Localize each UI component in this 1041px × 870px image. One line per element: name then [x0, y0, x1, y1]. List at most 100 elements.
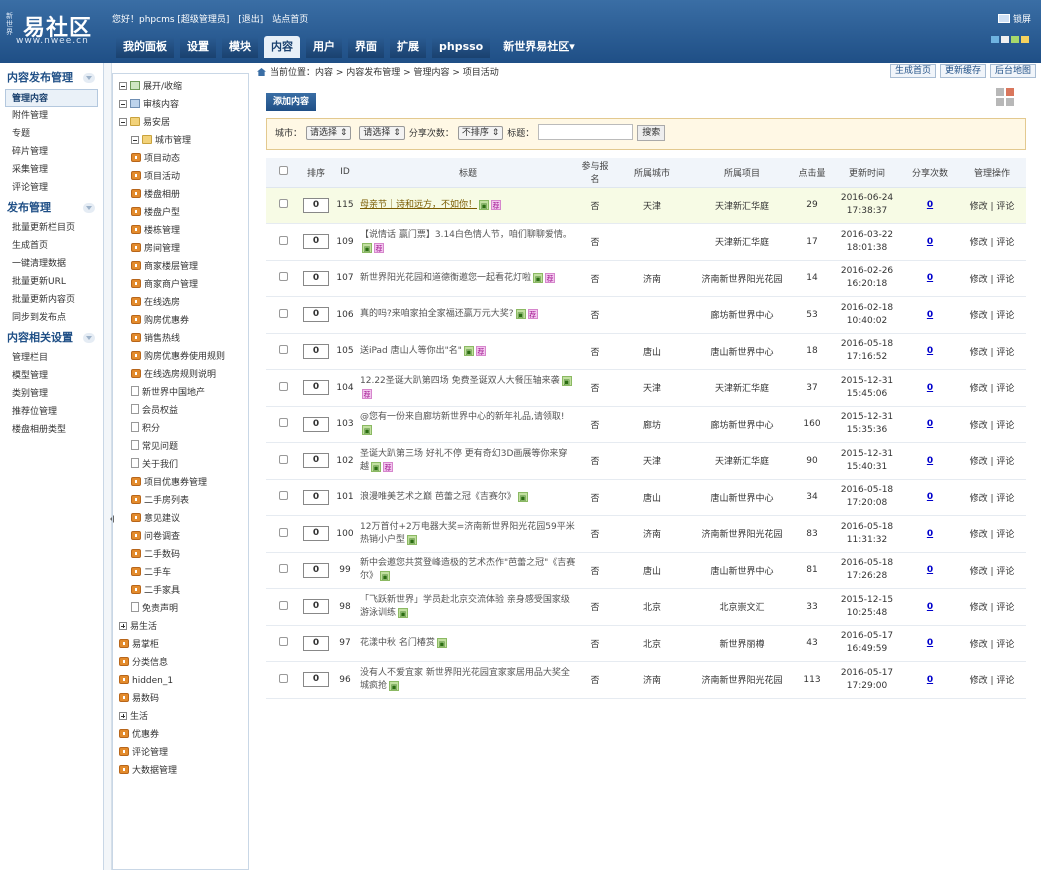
- row-checkbox[interactable]: [278, 272, 288, 282]
- tree-node[interactable]: 在线选房: [113, 294, 248, 312]
- actions-cell[interactable]: 修改 | 评论: [958, 442, 1026, 480]
- row-checkbox[interactable]: [278, 418, 288, 428]
- order-input[interactable]: 0: [303, 416, 329, 432]
- row-checkbox[interactable]: [278, 235, 288, 245]
- actions-cell[interactable]: 修改 | 评论: [958, 223, 1026, 261]
- tree-node[interactable]: 关于我们: [113, 456, 248, 474]
- order-input[interactable]: 0: [303, 197, 329, 213]
- row-checkbox[interactable]: [278, 381, 288, 391]
- order-input[interactable]: 0: [303, 489, 329, 505]
- theme-swatch-0[interactable]: [991, 36, 999, 43]
- sidebar-item[interactable]: 批量更新内容页: [0, 291, 103, 309]
- nav-item-6[interactable]: 扩展: [390, 36, 426, 58]
- tree-node[interactable]: 评论管理: [113, 744, 248, 762]
- top-button-1[interactable]: 更新缓存: [939, 64, 986, 78]
- shares-link[interactable]: 0: [927, 200, 933, 210]
- select-all-checkbox[interactable]: [278, 166, 288, 176]
- title-link[interactable]: 母亲节｜诗和远方，不如你！: [360, 200, 477, 210]
- actions-cell[interactable]: 修改 | 评论: [958, 296, 1026, 334]
- title-link[interactable]: 浪漫唯美艺术之巅 芭蕾之冠《吉赛尔》: [360, 492, 516, 502]
- nav-item-4[interactable]: 用户: [306, 36, 342, 58]
- tree-node[interactable]: 审核内容: [113, 96, 248, 114]
- actions-cell[interactable]: 修改 | 评论: [958, 552, 1026, 589]
- sidebar-group-0[interactable]: 内容发布管理: [0, 67, 103, 89]
- sidebar-item[interactable]: 评论管理: [0, 179, 103, 197]
- tree-node[interactable]: 展开/收缩: [113, 78, 248, 96]
- shares-link[interactable]: 0: [927, 638, 933, 648]
- sidebar-item[interactable]: 专题: [0, 125, 103, 143]
- row-checkbox[interactable]: [278, 527, 288, 537]
- sidebar-item[interactable]: 推荐位管理: [0, 403, 103, 421]
- order-input[interactable]: 0: [303, 307, 329, 323]
- row-checkbox[interactable]: [278, 308, 288, 318]
- tree-node[interactable]: 销售热线: [113, 330, 248, 348]
- actions-cell[interactable]: 修改 | 评论: [958, 187, 1026, 224]
- row-checkbox[interactable]: [278, 454, 288, 464]
- tree-node[interactable]: 楼栋管理: [113, 222, 248, 240]
- title-link[interactable]: 12万首付+2万电器大奖=济南新世界阳光花园59平米热销小户型: [360, 522, 575, 545]
- shares-link[interactable]: 0: [927, 529, 933, 539]
- title-link[interactable]: 花漾中秋 名门椿赏: [360, 638, 435, 648]
- sidebar-item[interactable]: 采集管理: [0, 161, 103, 179]
- title-link[interactable]: 真的吗?来咱家拍全家福还赢万元大奖?: [360, 309, 514, 319]
- title-link[interactable]: 新世界阳光花园和道德衡邀您一起看花灯啦: [360, 273, 531, 283]
- nav-item-7[interactable]: phpsso: [432, 36, 491, 58]
- title-search-input[interactable]: [538, 124, 634, 140]
- theme-swatch-2[interactable]: [1011, 36, 1019, 43]
- shares-link[interactable]: 0: [927, 602, 933, 612]
- row-checkbox[interactable]: [278, 600, 288, 610]
- sidebar-item[interactable]: 管理栏目: [0, 349, 103, 367]
- tree-node[interactable]: 问卷调查: [113, 528, 248, 546]
- shares-link[interactable]: 0: [927, 383, 933, 393]
- tree-node[interactable]: 易掌柜: [113, 636, 248, 654]
- sidebar-group-1[interactable]: 发布管理: [0, 197, 103, 219]
- order-input[interactable]: 0: [303, 343, 329, 359]
- actions-cell[interactable]: 修改 | 评论: [958, 479, 1026, 516]
- shares-link[interactable]: 0: [927, 675, 933, 685]
- tree-node[interactable]: 楼盘户型: [113, 204, 248, 222]
- actions-cell[interactable]: 修改 | 评论: [958, 260, 1026, 297]
- tree-node[interactable]: 项目活动: [113, 168, 248, 186]
- sidebar-item[interactable]: 批量更新栏目页: [0, 219, 103, 237]
- sidebar-splitter[interactable]: [104, 63, 114, 870]
- row-checkbox[interactable]: [278, 199, 288, 209]
- sidebar-item[interactable]: 同步到发布点: [0, 309, 103, 327]
- shares-link[interactable]: 0: [927, 419, 933, 429]
- tree-node[interactable]: 积分: [113, 420, 248, 438]
- title-link[interactable]: @您有一份来自廊坊新世界中心的新年礼品,请领取!: [360, 412, 564, 422]
- tree-node[interactable]: 二手数码: [113, 546, 248, 564]
- title-link[interactable]: 【说情话 赢门票】3.14白色情人节，咱们聊聊爱情。: [360, 230, 572, 240]
- order-input[interactable]: 0: [303, 270, 329, 286]
- sidebar-group-2[interactable]: 内容相关设置: [0, 327, 103, 349]
- tree-node[interactable]: 生活: [113, 708, 248, 726]
- add-content-button[interactable]: 添加内容: [266, 93, 317, 111]
- city-select-2[interactable]: 请选择 ⇕: [359, 126, 405, 140]
- tree-node[interactable]: 意见建议: [113, 510, 248, 528]
- row-checkbox[interactable]: [278, 637, 288, 647]
- shares-link[interactable]: 0: [927, 346, 933, 356]
- tree-node[interactable]: 在线选房规则说明: [113, 366, 248, 384]
- actions-cell[interactable]: 修改 | 评论: [958, 369, 1026, 407]
- shares-link[interactable]: 0: [927, 456, 933, 466]
- top-button-2[interactable]: 后台地图: [989, 64, 1036, 78]
- row-checkbox[interactable]: [278, 491, 288, 501]
- row-checkbox[interactable]: [278, 673, 288, 683]
- logout-link[interactable]: [退出]: [238, 15, 263, 25]
- tree-node[interactable]: 二手车: [113, 564, 248, 582]
- tree-node[interactable]: 免责声明: [113, 600, 248, 618]
- nav-item-5[interactable]: 界面: [348, 36, 384, 58]
- title-link[interactable]: 12.22圣诞大趴第四场 免费圣诞双人大餐压轴来袭: [360, 376, 560, 386]
- top-button-0[interactable]: 生成首页: [889, 64, 936, 78]
- actions-cell[interactable]: 修改 | 评论: [958, 333, 1026, 370]
- tree-node[interactable]: 购房优惠券: [113, 312, 248, 330]
- share-sort-select[interactable]: 不排序 ⇕: [457, 126, 504, 140]
- order-input[interactable]: 0: [303, 635, 329, 651]
- collapse-arrow-icon[interactable]: [83, 73, 95, 83]
- site-home-link[interactable]: 站点首页: [272, 15, 308, 25]
- sidebar-item[interactable]: 模型管理: [0, 367, 103, 385]
- tree-node[interactable]: 购房优惠券使用规则: [113, 348, 248, 366]
- theme-swatch-1[interactable]: [1001, 36, 1009, 43]
- sidebar-item[interactable]: 一键清理数据: [0, 255, 103, 273]
- sidebar-item[interactable]: 管理内容: [5, 89, 98, 107]
- row-checkbox[interactable]: [278, 564, 288, 574]
